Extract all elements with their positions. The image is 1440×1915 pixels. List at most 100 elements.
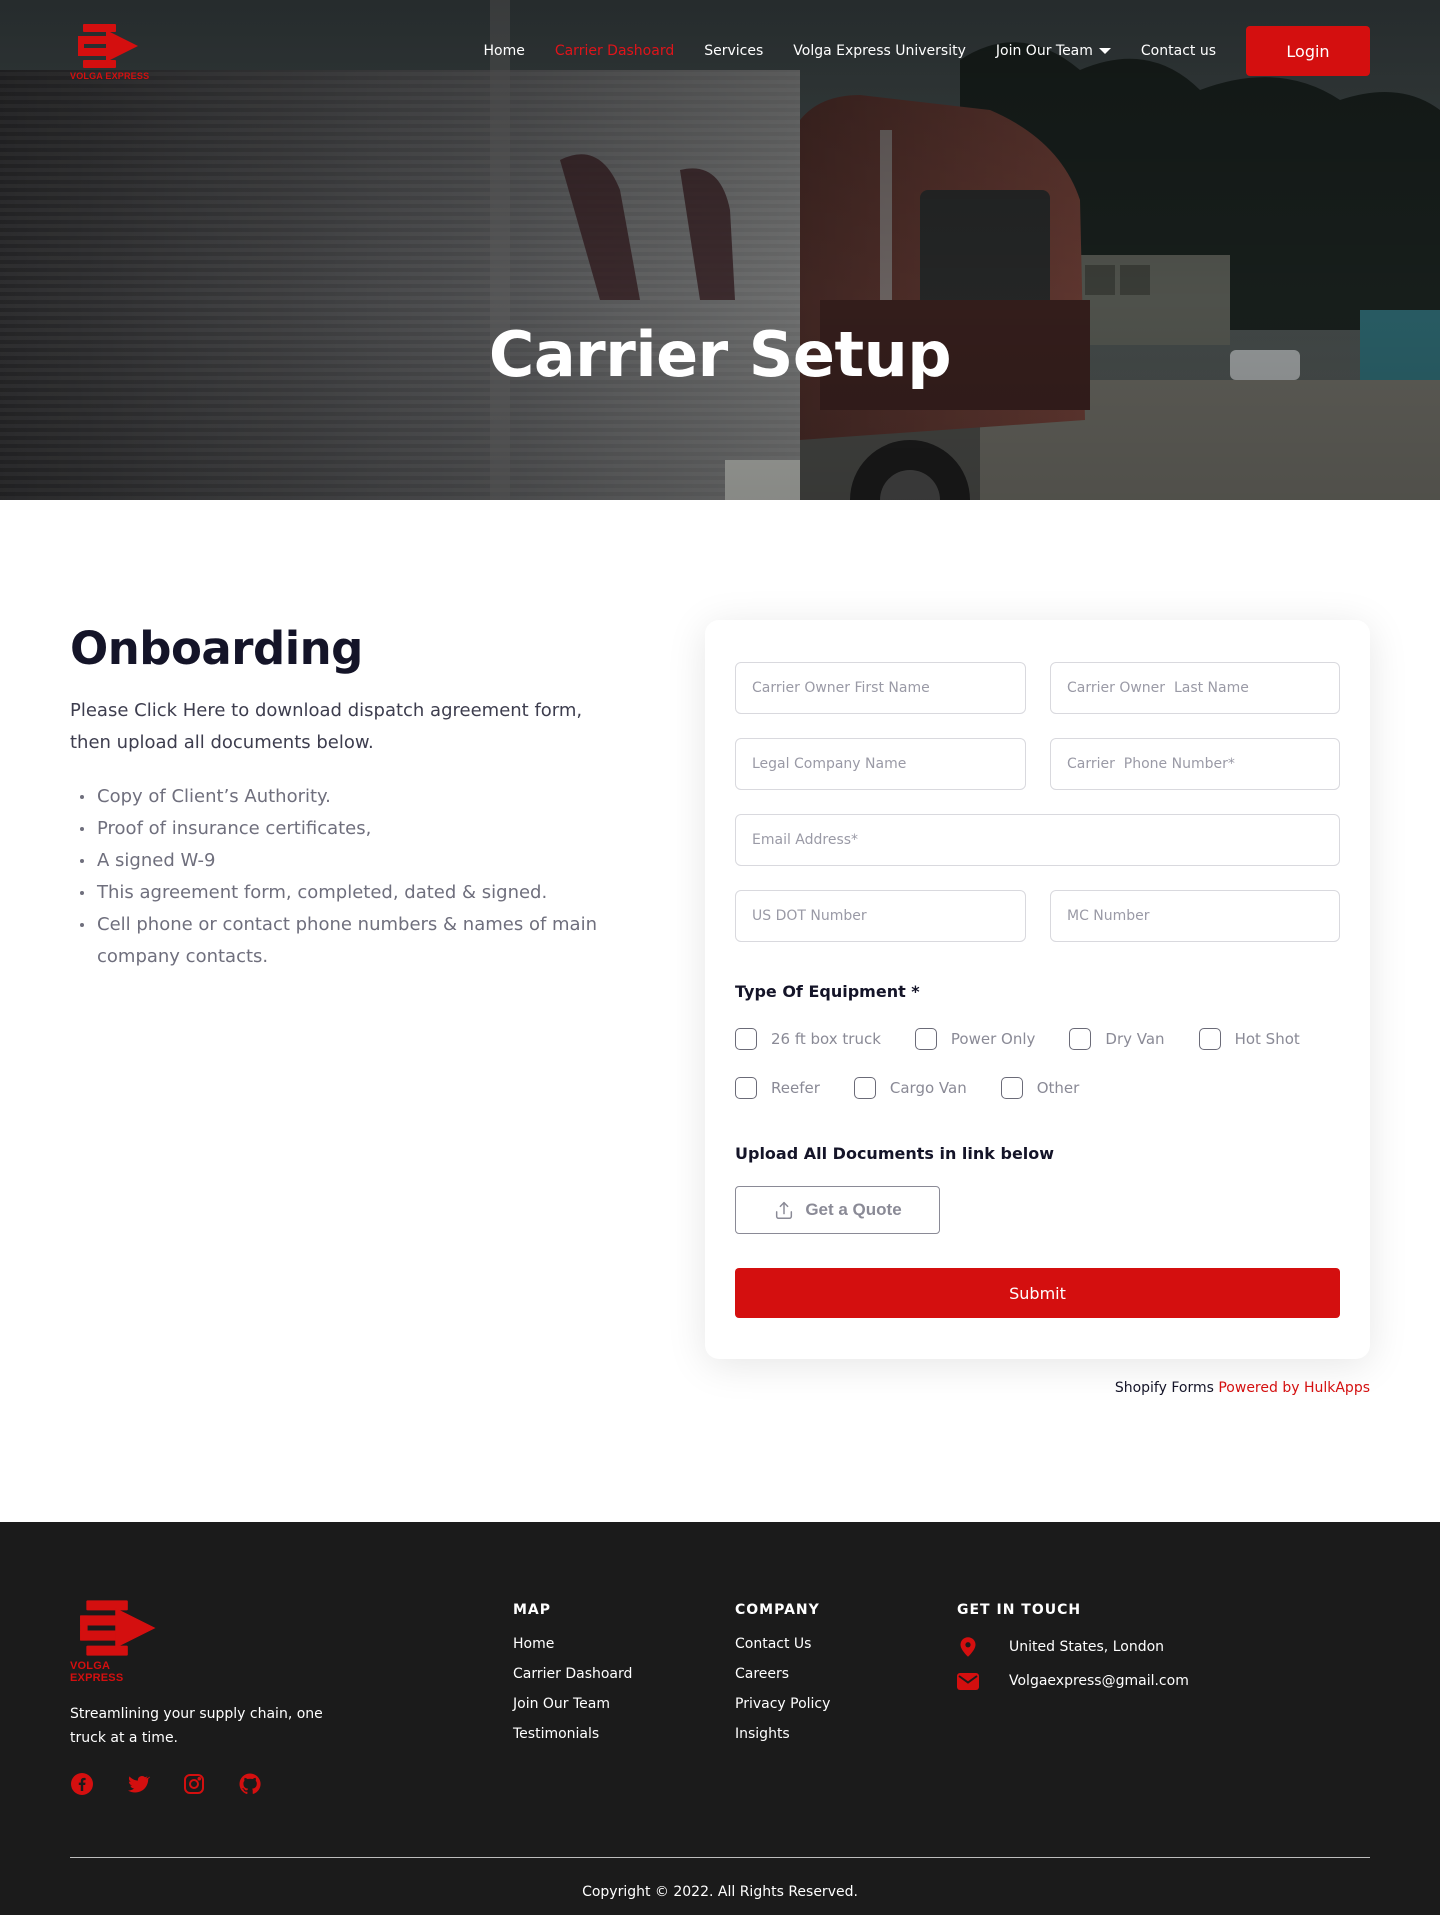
brand-logo[interactable]: VOLGA EXPRESS bbox=[70, 22, 160, 81]
company-name-input[interactable] bbox=[735, 738, 1026, 790]
footer-contact-column: GET IN TOUCH United States, London Volga… bbox=[957, 1602, 1189, 1704]
upload-button-label: Get a Quote bbox=[805, 1200, 902, 1219]
facebook-icon[interactable] bbox=[70, 1772, 94, 1796]
contact-email: Volgaexpress@gmail.com bbox=[957, 1670, 1189, 1692]
arrow-logo-icon bbox=[78, 23, 138, 68]
nav-item-label: Carrier Dashoard bbox=[554, 43, 675, 59]
first-name-input[interactable] bbox=[735, 662, 1026, 714]
equipment-option-cargo-van[interactable]: Cargo Van bbox=[853, 1077, 967, 1099]
onboarding-section: Onboarding Please Click Here to download… bbox=[0, 500, 1440, 1522]
checkbox[interactable] bbox=[1069, 1028, 1092, 1050]
powered-prefix: Shopify Forms bbox=[1114, 1380, 1214, 1396]
footer-link-insights[interactable]: Insights bbox=[735, 1726, 830, 1742]
checkbox-label: 26 ft box truck bbox=[771, 1030, 881, 1048]
upload-label: Upload All Documents in link below bbox=[735, 1144, 1055, 1163]
chevron-down-icon bbox=[1098, 48, 1111, 54]
checkbox-label: Hot Shot bbox=[1234, 1030, 1300, 1048]
nav-item-home[interactable]: Home bbox=[483, 43, 524, 59]
social-links bbox=[70, 1772, 262, 1796]
contact-location: United States, London bbox=[957, 1636, 1189, 1658]
equipment-option-26-ft-box-truck[interactable]: 26 ft box truck bbox=[735, 1028, 881, 1050]
twitter-icon[interactable] bbox=[126, 1772, 151, 1796]
checkbox[interactable] bbox=[853, 1077, 876, 1099]
checkbox[interactable] bbox=[735, 1077, 757, 1099]
github-icon[interactable] bbox=[238, 1772, 262, 1796]
footer-map-column: MAP Home Carrier Dashoard Join Our Team Tes… bbox=[513, 1602, 632, 1756]
upload-documents-button[interactable]: Get a Quote bbox=[735, 1186, 940, 1234]
footer-link-join-our-team[interactable]: Join Our Team bbox=[513, 1696, 632, 1712]
equipment-option-dry-van[interactable]: Dry Van bbox=[1069, 1028, 1165, 1050]
equipment-row-2: Reefer Cargo Van Other bbox=[735, 1077, 1113, 1099]
footer-company-column: COMPANY Contact Us Careers Privacy Policy I… bbox=[735, 1602, 830, 1756]
checkbox[interactable] bbox=[1000, 1077, 1023, 1099]
equipment-row-1: 26 ft box truck Power Only Dry Van Hot Shot bbox=[735, 1028, 1334, 1050]
top-navbar: VOLGA EXPRESS Home Carrier Dashoard Servic… bbox=[0, 0, 1440, 102]
nav-item-join-our-team[interactable]: Join Our Team bbox=[996, 43, 1111, 59]
documents-list: Copy of Client’s Authority. Proof of insu… bbox=[70, 781, 630, 973]
brand-name: VOLGA EXPRESS bbox=[70, 70, 150, 81]
footer-link-privacy-policy[interactable]: Privacy Policy bbox=[735, 1696, 830, 1712]
last-name-input[interactable] bbox=[1050, 662, 1340, 714]
hero-section: VOLGA EXPRESS Home Carrier Dashoard Servic… bbox=[0, 0, 1440, 500]
footer-divider bbox=[70, 1857, 1370, 1858]
checkbox[interactable] bbox=[735, 1028, 757, 1050]
nav-item-carrier-dashoard[interactable]: Carrier Dashoard bbox=[555, 43, 674, 59]
footer-tagline: Streamlining your supply chain, one truc… bbox=[70, 1706, 323, 1746]
footer-link-careers[interactable]: Careers bbox=[735, 1666, 830, 1682]
mail-icon bbox=[957, 1670, 979, 1692]
email-input[interactable] bbox=[735, 814, 1340, 866]
checkbox-label: Other bbox=[1036, 1079, 1080, 1097]
equipment-option-other[interactable]: Other bbox=[1000, 1077, 1080, 1099]
nav-links: Home Carrier Dashoard Services Volga Expres… bbox=[453, 43, 1216, 59]
footer-link-testimonials[interactable]: Testimonials bbox=[513, 1726, 632, 1742]
footer-link-carrier-dashoard[interactable]: Carrier Dashoard bbox=[513, 1666, 632, 1682]
location-text: United States, London bbox=[1009, 1639, 1165, 1655]
site-footer: VOLGA EXPRESS Streamlining your supply c… bbox=[0, 1522, 1440, 1915]
nav-item-contact-us[interactable]: Contact us bbox=[1141, 43, 1216, 59]
nav-item-label: Contact us bbox=[1140, 43, 1216, 59]
document-item: A signed W-9 bbox=[70, 845, 630, 877]
location-pin-icon bbox=[957, 1636, 979, 1658]
equipment-label: Type Of Equipment * bbox=[735, 982, 920, 1001]
footer-link-home[interactable]: Home bbox=[513, 1636, 632, 1652]
arrow-logo-icon bbox=[80, 1600, 156, 1656]
footer-brand-name: VOLGA EXPRESS bbox=[70, 1660, 124, 1684]
map-heading: MAP bbox=[513, 1602, 552, 1618]
checkbox-label: Reefer bbox=[771, 1079, 820, 1097]
copyright-text: Copyright © 2022. All Rights Reserved. bbox=[582, 1884, 858, 1900]
equipment-option-power-only[interactable]: Power Only bbox=[914, 1028, 1036, 1050]
email-text[interactable]: Volgaexpress@gmail.com bbox=[1009, 1673, 1189, 1689]
nav-item-services[interactable]: Services bbox=[704, 43, 763, 59]
checkbox-label: Dry Van bbox=[1105, 1030, 1165, 1048]
footer-brand-logo[interactable]: VOLGA EXPRESS bbox=[70, 1597, 160, 1684]
nav-item-label: Home bbox=[483, 43, 525, 59]
powered-by: Shopify Forms Powered by HulkApps bbox=[1115, 1380, 1370, 1396]
carrier-setup-form: Type Of Equipment * 26 ft box truck Power… bbox=[705, 620, 1370, 1359]
document-item: Copy of Client’s Authority. bbox=[70, 781, 630, 813]
nav-item-label: Volga Express University bbox=[793, 43, 966, 59]
us-dot-input[interactable] bbox=[735, 890, 1026, 942]
contact-heading: GET IN TOUCH bbox=[957, 1602, 1082, 1618]
document-item: Cell phone or contact phone numbers & na… bbox=[70, 909, 630, 973]
document-item: This agreement form, completed, dated & … bbox=[70, 877, 630, 909]
hero-title: Carrier Setup bbox=[488, 318, 952, 391]
equipment-option-reefer[interactable]: Reefer bbox=[735, 1077, 820, 1099]
nav-item-label: Join Our Team bbox=[995, 43, 1093, 59]
footer-link-contact-us[interactable]: Contact Us bbox=[735, 1636, 830, 1652]
document-item: Proof of insurance certificates, bbox=[70, 813, 630, 845]
checkbox[interactable] bbox=[914, 1028, 937, 1050]
login-button[interactable]: Login bbox=[1246, 26, 1370, 76]
equipment-option-hot-shot[interactable]: Hot Shot bbox=[1198, 1028, 1300, 1050]
upload-icon bbox=[776, 1201, 793, 1219]
submit-button[interactable]: Submit bbox=[735, 1268, 1340, 1318]
onboarding-intro: Please Click Here to download dispatch a… bbox=[70, 700, 583, 753]
nav-item-volga-express-university[interactable]: Volga Express University bbox=[793, 43, 966, 59]
checkbox-label: Power Only bbox=[950, 1030, 1036, 1048]
checkbox-label: Cargo Van bbox=[889, 1079, 967, 1097]
checkbox[interactable] bbox=[1198, 1028, 1221, 1050]
onboarding-title: Onboarding bbox=[70, 622, 363, 675]
mc-number-input[interactable] bbox=[1050, 890, 1340, 942]
instagram-icon[interactable] bbox=[182, 1772, 206, 1796]
phone-input[interactable] bbox=[1050, 738, 1340, 790]
hulkapps-link[interactable]: Powered by HulkApps bbox=[1218, 1380, 1370, 1396]
